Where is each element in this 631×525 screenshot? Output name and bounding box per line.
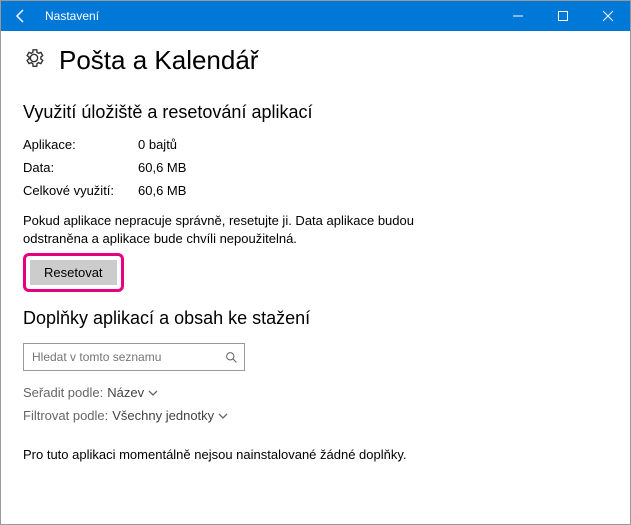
addons-search-box[interactable] — [23, 343, 245, 371]
sort-control[interactable]: Seřadit podle: Název — [23, 385, 608, 400]
filter-control[interactable]: Filtrovat podle: Všechny jednotky — [23, 408, 608, 423]
titlebar: Nastavení — [1, 1, 630, 31]
app-usage-label: Aplikace: — [23, 137, 138, 152]
minimize-button[interactable] — [495, 1, 540, 31]
reset-highlight: Resetovat — [23, 253, 124, 292]
addons-search-input[interactable] — [32, 350, 225, 364]
page-title: Pošta a Kalendář — [59, 45, 258, 76]
data-usage-label: Data: — [23, 160, 138, 175]
total-usage-value: 60,6 MB — [138, 183, 186, 198]
storage-section-title: Využití úložiště a resetování aplikací — [23, 102, 608, 123]
page-header: Pošta a Kalendář — [23, 43, 608, 86]
window-title: Nastavení — [41, 9, 99, 23]
data-usage-row: Data: 60,6 MB — [23, 160, 608, 175]
reset-button[interactable]: Resetovat — [30, 260, 117, 285]
app-usage-value: 0 bajtů — [138, 137, 177, 152]
total-usage-label: Celkové využití: — [23, 183, 138, 198]
app-usage-row: Aplikace: 0 bajtů — [23, 137, 608, 152]
filter-value: Všechny jednotky — [112, 408, 214, 423]
addons-section-title: Doplňky aplikací a obsah ke stažení — [23, 308, 608, 329]
content: Pošta a Kalendář Využití úložiště a rese… — [1, 31, 630, 462]
sort-value: Název — [107, 385, 144, 400]
back-button[interactable] — [1, 1, 41, 31]
maximize-button[interactable] — [540, 1, 585, 31]
chevron-down-icon — [218, 411, 228, 421]
data-usage-value: 60,6 MB — [138, 160, 186, 175]
reset-description: Pokud aplikace nepracuje správně, resetu… — [23, 212, 463, 247]
close-button[interactable] — [585, 1, 630, 31]
gear-icon — [23, 47, 45, 74]
search-icon — [225, 351, 238, 364]
chevron-down-icon — [148, 388, 158, 398]
filter-label: Filtrovat podle: — [23, 408, 108, 423]
addons-empty-note: Pro tuto aplikaci momentálně nejsou nain… — [23, 447, 608, 462]
sort-label: Seřadit podle: — [23, 385, 103, 400]
total-usage-row: Celkové využití: 60,6 MB — [23, 183, 608, 198]
